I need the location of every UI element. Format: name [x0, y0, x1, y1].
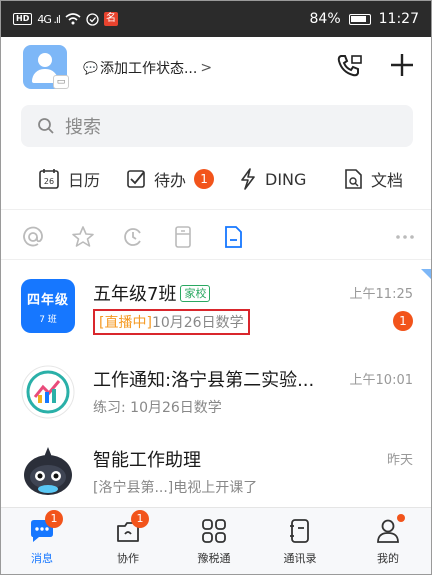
tab-label: 通讯录: [283, 552, 317, 565]
profile-notification-dot: [397, 514, 405, 522]
tab-label: 消息: [31, 552, 53, 565]
add-icon[interactable]: [388, 51, 416, 79]
live-highlight-box: [直播中]10月26日数学: [93, 309, 250, 335]
search-placeholder: 搜索: [65, 117, 101, 138]
chat-bubble-icon: 💬: [83, 61, 98, 75]
tab-profile[interactable]: 我的: [353, 514, 423, 566]
home-school-tag: 家校: [180, 284, 211, 302]
unread-badge: 1: [393, 311, 413, 331]
more-icon[interactable]: [393, 225, 417, 249]
quick-todo-label: 待办: [154, 171, 187, 190]
clock: 11:27: [378, 11, 419, 27]
battery-percent: 84%: [309, 11, 341, 27]
conversation-preview-text: 10月26日数学: [151, 315, 244, 331]
tab-collab[interactable]: 1 协作: [93, 510, 163, 566]
app-notification-icon: 名: [103, 12, 118, 26]
conversation-preview: 练习: 10月26日数学: [93, 400, 222, 416]
quick-nav: 26 日历 待办 1 DING 文档: [1, 161, 431, 197]
quick-docs[interactable]: 文档: [343, 167, 403, 191]
file-icon[interactable]: [221, 225, 245, 249]
messages-badge: 1: [45, 510, 63, 528]
tab-label: 豫税通: [197, 552, 231, 565]
class-icon-grade: 四年级: [26, 293, 69, 308]
archive-icon[interactable]: [171, 225, 195, 249]
tab-contacts[interactable]: 通讯录: [265, 516, 335, 566]
assistant-robot-icon: [21, 445, 75, 499]
conversation-title: 五年级7班 家校: [93, 280, 211, 306]
status-bar: HD 4G .ıl 名 84% 11:27: [1, 1, 431, 37]
signal-icon: 4G .ıl: [37, 12, 61, 26]
tab-label: 我的: [377, 552, 399, 565]
conversation-title: 工作通知:洛宁县第二实验...: [93, 370, 315, 391]
quick-ding[interactable]: DING: [239, 168, 306, 190]
battery-icon: [348, 13, 371, 25]
quick-calendar-label: 日历: [68, 171, 101, 190]
bottom-tab-bar: 1 消息 1 协作 豫税通 通讯录 我的: [1, 507, 431, 574]
conversation-title-text: 五年级7班: [93, 284, 177, 305]
calendar-icon: 26: [39, 169, 59, 189]
header: ▭ 💬 添加工作状态... >: [1, 43, 431, 91]
quick-calendar[interactable]: 26 日历: [38, 167, 100, 191]
conversation-time: 昨天: [386, 453, 413, 468]
conversation-item[interactable]: 工作通知:洛宁县第二实验... 练习: 10月26日数学 上午10:01: [1, 353, 431, 439]
wifi-icon: [65, 13, 81, 25]
clock-icon[interactable]: [121, 225, 145, 249]
at-icon[interactable]: [21, 225, 45, 249]
quick-docs-label: 文档: [371, 171, 404, 190]
document-icon: [345, 169, 362, 189]
divider: [1, 259, 431, 260]
lightning-icon: [241, 168, 255, 190]
desktop-online-icon: ▭: [53, 75, 69, 89]
app-frame: HD 4G .ıl 名 84% 11:27 ▭ 💬 添加工作状态... > 搜索…: [0, 0, 432, 575]
quick-ding-label: DING: [265, 169, 307, 189]
class-icon-class: 7 班: [39, 315, 57, 325]
todo-badge: 1: [194, 169, 215, 189]
conversation-preview: [直播中]10月26日数学: [93, 309, 250, 335]
filter-row: [1, 223, 431, 253]
class-group-icon: 四年级 7 班: [21, 279, 75, 333]
conversation-time: 上午11:25: [349, 287, 413, 302]
chevron-right-icon: >: [200, 60, 213, 76]
tab-messages[interactable]: 1 消息: [7, 510, 77, 566]
contacts-icon: [290, 519, 309, 543]
checkbox-icon: [127, 170, 145, 188]
conversation-time: 上午10:01: [349, 373, 413, 388]
work-status-label: 添加工作状态...: [99, 61, 198, 77]
tab-label: 协作: [117, 552, 139, 565]
apps-grid-icon: [202, 519, 226, 543]
hd-indicator: HD: [13, 13, 33, 25]
conversation-preview: [洛宁县第...]电视上开课了: [93, 480, 258, 496]
collab-badge: 1: [131, 510, 149, 528]
conversation-title: 智能工作助理: [93, 450, 201, 471]
svg-text:26: 26: [44, 177, 54, 186]
divider: [1, 209, 431, 210]
search-icon: [38, 118, 54, 134]
tab-apps[interactable]: 豫税通: [179, 516, 249, 566]
phone-call-icon[interactable]: [335, 53, 363, 79]
work-status-button[interactable]: 💬 添加工作状态... >: [83, 58, 212, 78]
live-tag: [直播中]: [99, 315, 152, 331]
quick-todo[interactable]: 待办 1: [126, 167, 215, 191]
conversation-item[interactable]: 四年级 7 班 五年级7班 家校 [直播中]10月26日数学 上午11:25 1: [1, 267, 431, 353]
search-bar[interactable]: 搜索: [21, 105, 413, 147]
work-notice-icon: [21, 365, 75, 419]
star-icon[interactable]: [71, 225, 95, 249]
notification-icon: [86, 12, 99, 26]
